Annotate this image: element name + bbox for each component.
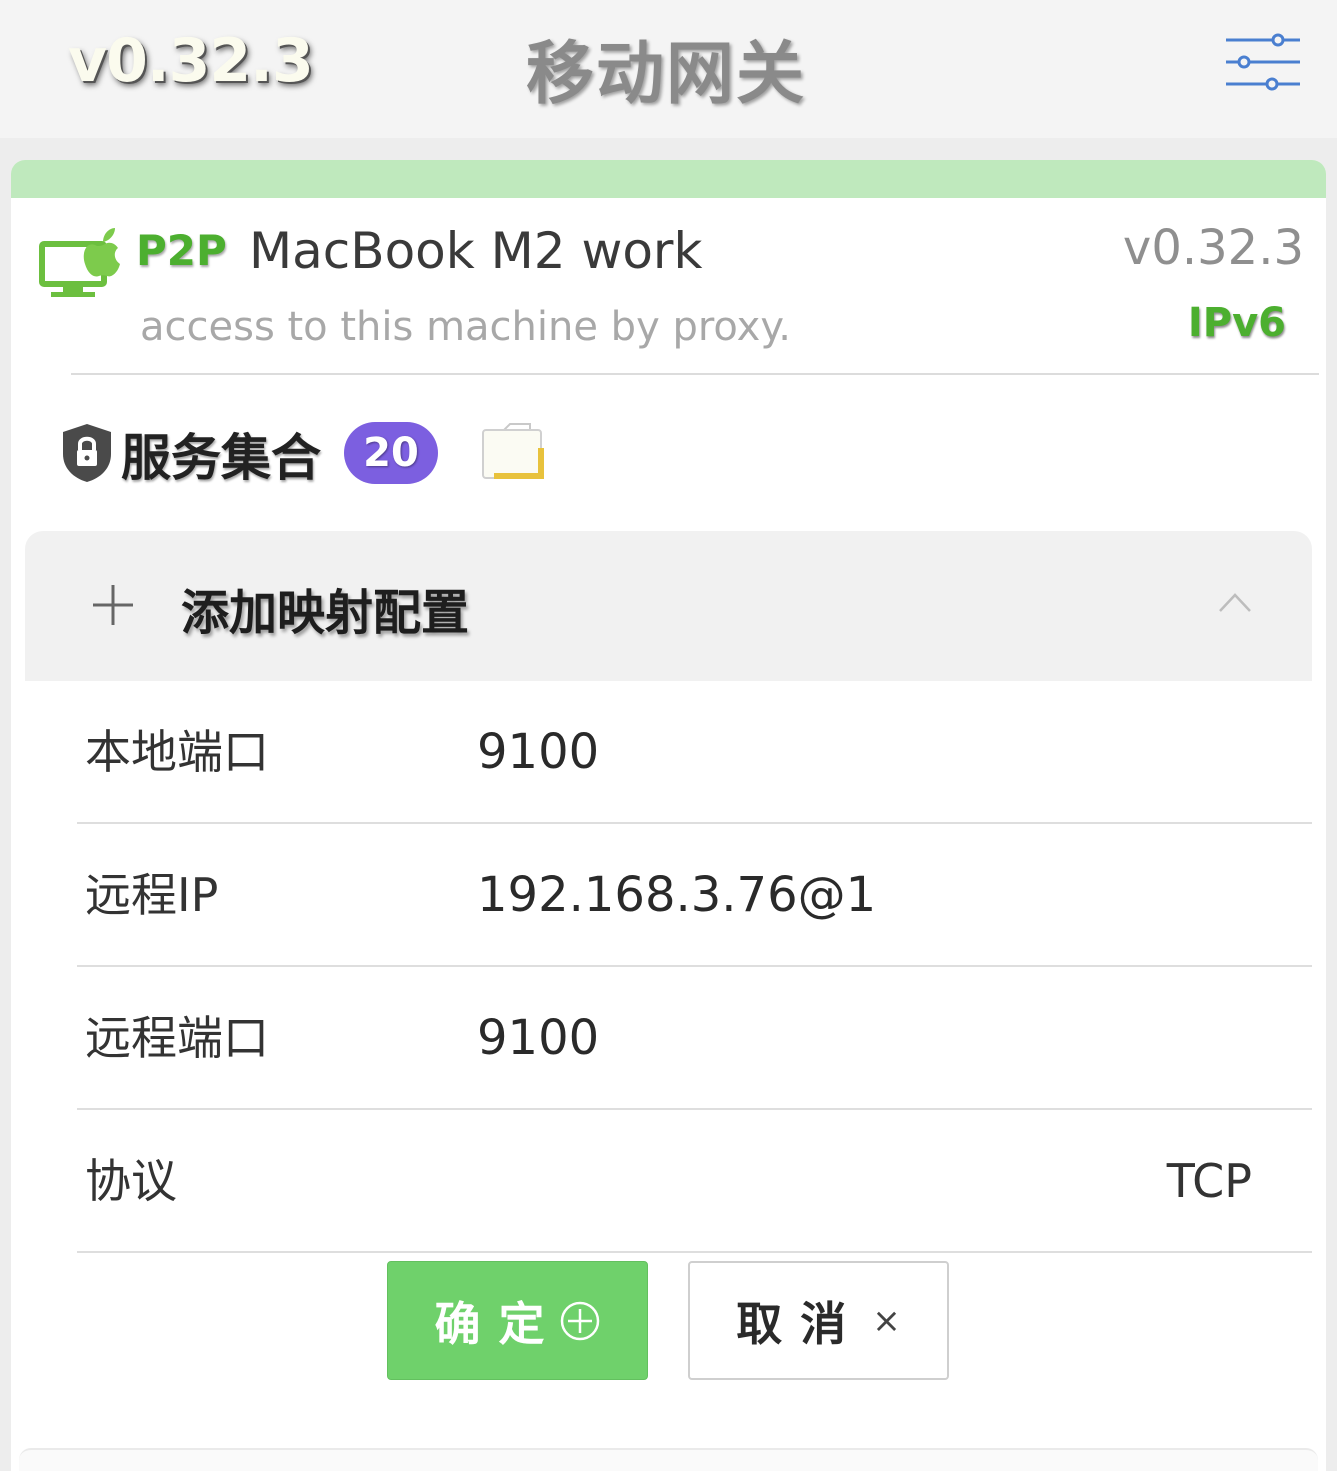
services-label: 服务集合 (121, 429, 321, 487)
close-icon: × (872, 1300, 901, 1341)
remote-port-row: 远程端口 9100 (77, 967, 1312, 1110)
local-port-row: 本地端口 9100 (77, 681, 1312, 824)
node-version: v0.32.3 (1122, 220, 1304, 276)
remote-port-input[interactable]: 9100 (477, 967, 599, 1110)
mac-monitor-icon (39, 228, 120, 297)
protocol-select[interactable]: TCP (1167, 1110, 1252, 1253)
node-type-label: P2P (136, 226, 227, 275)
node-name[interactable]: MacBook M2 work (249, 222, 702, 280)
next-card-edge (19, 1448, 1318, 1471)
page-title: 移动网关 (526, 35, 807, 114)
confirm-label: 确定 (434, 1296, 563, 1351)
sliders-icon[interactable] (1222, 30, 1302, 94)
plus-circle-icon (560, 1301, 599, 1340)
services-count-badge[interactable]: 20 (344, 422, 438, 484)
protocol-label: 协议 (85, 1154, 177, 1208)
status-strip (11, 160, 1326, 198)
add-mapping-label: 添加映射配置 (181, 585, 470, 641)
chevron-up-icon[interactable] (1218, 591, 1252, 613)
ip-version-badge: IPv6 (1187, 300, 1286, 346)
shield-lock-icon (63, 424, 111, 482)
protocol-row[interactable]: 协议 TCP (77, 1110, 1312, 1253)
app-version: v0.32.3 (68, 26, 314, 96)
remote-ip-input[interactable]: 192.168.3.76@1 (477, 824, 876, 967)
divider (71, 373, 1319, 375)
confirm-button[interactable]: 确定 (387, 1261, 648, 1380)
node-description: access to this machine by proxy. (140, 304, 792, 350)
cancel-button[interactable]: 取消 × (688, 1261, 949, 1380)
node-card: P2P MacBook M2 work v0.32.3 access to th… (11, 160, 1326, 1471)
remote-port-label: 远程端口 (85, 1011, 269, 1065)
local-port-input[interactable]: 9100 (477, 681, 599, 824)
plus-icon (93, 585, 133, 625)
remote-ip-row: 远程IP 192.168.3.76@1 (77, 824, 1312, 967)
folder-icon[interactable] (480, 420, 548, 482)
add-mapping-header[interactable]: 添加映射配置 (25, 531, 1312, 681)
top-bar: v0.32.3 移动网关 (0, 0, 1337, 138)
cancel-label: 取消 (736, 1296, 865, 1351)
remote-ip-label: 远程IP (85, 868, 219, 922)
local-port-label: 本地端口 (85, 725, 269, 779)
